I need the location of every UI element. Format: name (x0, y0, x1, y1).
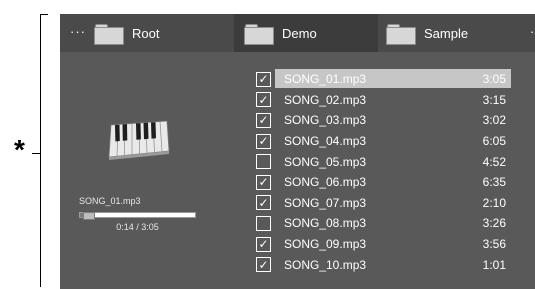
song-duration: 6:35 (482, 175, 506, 190)
song-name: SONG_02.mp3 (284, 92, 367, 107)
now-playing-title: SONG_01.mp3 (79, 196, 141, 206)
folder-icon (94, 23, 124, 45)
song-row[interactable]: ✓ SONG_03.mp3 3:02 (254, 110, 512, 131)
song-checkbox[interactable] (256, 215, 271, 231)
song-row[interactable]: SONG_08.mp3 3:26 (254, 213, 512, 234)
song-name: SONG_03.mp3 (284, 113, 367, 128)
song-duration: 1:01 (482, 257, 506, 272)
song-row[interactable]: SONG_05.mp3 4:52 (254, 151, 512, 172)
song-checkbox[interactable]: ✓ (256, 174, 271, 190)
song-duration: 3:56 (482, 237, 506, 252)
song-checkbox[interactable]: ✓ (256, 257, 271, 273)
song-checkbox[interactable]: ✓ (256, 236, 271, 252)
song-duration: 4:52 (482, 154, 506, 169)
song-name: SONG_05.mp3 (284, 154, 367, 169)
song-row[interactable]: ✓ SONG_01.mp3 3:05 (254, 69, 512, 90)
song-name: SONG_04.mp3 (284, 134, 367, 149)
song-checkbox[interactable]: ✓ (256, 133, 271, 149)
song-duration: 3:15 (482, 92, 506, 107)
tab-demo[interactable]: Demo (234, 14, 378, 52)
song-name: SONG_07.mp3 (284, 195, 367, 210)
tab-sample[interactable]: Sample (386, 14, 526, 52)
song-checkbox[interactable]: ✓ (256, 71, 271, 87)
callout-bracket-tick (32, 153, 41, 154)
more-right-icon[interactable]: · (530, 24, 535, 39)
tab-root[interactable]: Root (94, 14, 234, 52)
more-left-icon[interactable]: ··· (70, 24, 86, 39)
song-row[interactable]: ✓ SONG_02.mp3 3:15 (254, 90, 512, 111)
tab-sample-label: Sample (424, 25, 469, 41)
song-row[interactable]: ✓ SONG_10.mp3 1:01 (254, 254, 512, 275)
song-row[interactable]: ✓ SONG_06.mp3 6:35 (254, 172, 512, 193)
playback-progress-bar[interactable] (79, 212, 196, 220)
media-player-screen: ··· Root Demo Sample · SONG_01.mp3 0:14 … (60, 14, 535, 289)
folder-tab-bar: ··· Root Demo Sample · (60, 14, 535, 52)
song-duration: 3:02 (482, 113, 506, 128)
song-name: SONG_08.mp3 (284, 216, 367, 231)
folder-icon (244, 23, 274, 45)
piano-keyboard-icon (108, 120, 170, 160)
song-row[interactable]: ✓ SONG_04.mp3 6:05 (254, 131, 512, 152)
song-duration: 3:05 (482, 72, 506, 87)
song-duration: 6:05 (482, 134, 506, 149)
song-duration: 3:26 (482, 216, 506, 231)
playback-progress-handle[interactable] (83, 212, 95, 220)
song-row[interactable]: ✓ SONG_09.mp3 3:56 (254, 234, 512, 255)
folder-icon (386, 23, 416, 45)
playback-time: 0:14 / 3:05 (116, 222, 159, 232)
song-name: SONG_10.mp3 (284, 257, 367, 272)
song-checkbox[interactable]: ✓ (256, 112, 271, 128)
song-checkbox[interactable]: ✓ (256, 195, 271, 211)
callout-bracket-line (40, 14, 41, 287)
tab-root-label: Root (132, 25, 160, 41)
song-duration: 2:10 (482, 195, 506, 210)
song-name: SONG_06.mp3 (284, 175, 367, 190)
song-checkbox[interactable]: ✓ (256, 92, 271, 108)
song-row[interactable]: ✓ SONG_07.mp3 2:10 (254, 193, 512, 214)
song-list: ✓ SONG_01.mp3 3:05 ✓ SONG_02.mp3 3:15 ✓ SONG_03… (254, 69, 512, 275)
song-checkbox[interactable] (256, 154, 271, 170)
song-name: SONG_01.mp3 (284, 72, 367, 87)
callout-bracket-top (40, 14, 48, 15)
tab-demo-label: Demo (282, 25, 317, 41)
song-name: SONG_09.mp3 (284, 237, 367, 252)
callout-asterisk: * (14, 134, 25, 165)
